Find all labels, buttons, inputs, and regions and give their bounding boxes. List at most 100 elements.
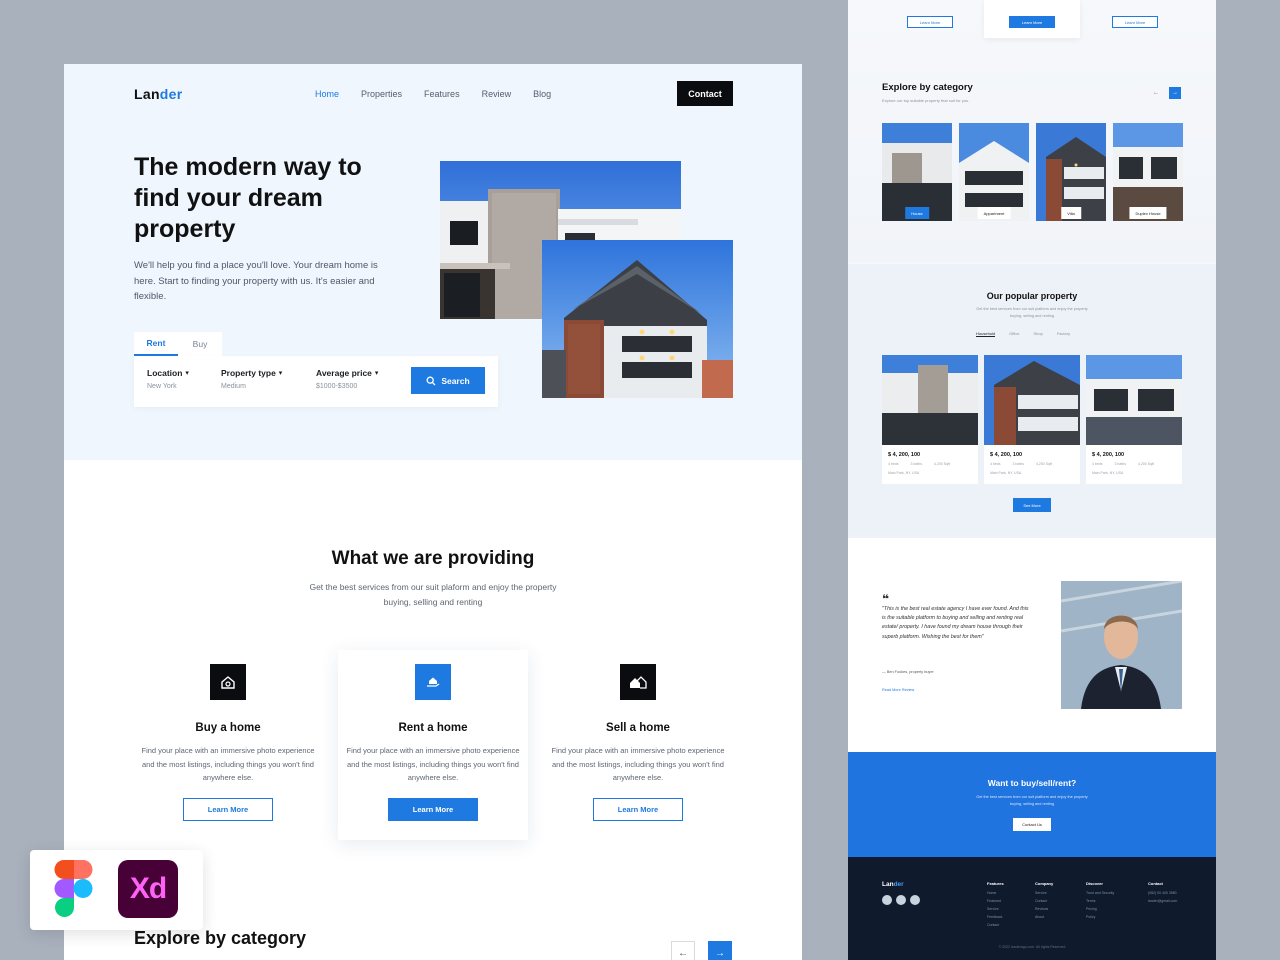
houses-icon (620, 664, 656, 700)
hero-section: Lander Home Properties Features Review B… (64, 64, 802, 460)
landing-page: Lander Home Properties Features Review B… (64, 64, 802, 960)
learn-more-button[interactable]: Learn More (388, 798, 478, 821)
footer-link[interactable]: Contact (1035, 899, 1053, 903)
property-type-value: Medium (221, 383, 246, 390)
category-house[interactable]: House (882, 123, 952, 221)
buy-home-card: Buy a home Find your place with an immer… (133, 650, 323, 840)
footer-link[interactable]: Featured (987, 899, 1004, 903)
category-label: Duplex House (1129, 207, 1167, 219)
tab-factory[interactable]: Factory (1057, 331, 1070, 337)
nav-blog[interactable]: Blog (533, 89, 551, 99)
card-description: Find your place with an immersive photo … (551, 746, 725, 782)
prev-arrow-icon[interactable]: ← (1150, 87, 1162, 99)
footer-link[interactable]: Terms (1086, 899, 1114, 903)
nav-home[interactable]: Home (315, 89, 339, 99)
read-more-review-link[interactable]: Read More Review (882, 688, 914, 692)
search-label: Search (441, 375, 470, 386)
hero-description: We'll help you find a place you'll love.… (134, 260, 378, 302)
property-price: $ 4, 200, 100 (1092, 452, 1125, 458)
nav-review[interactable]: Review (482, 89, 512, 99)
popular-tabs: Household Office Shop Factory (976, 331, 1070, 337)
review-section: ❝ "This is the best real estate agency I… (848, 538, 1216, 752)
card-description: Find your place with an immersive photo … (141, 746, 315, 782)
footer-link[interactable]: Pricing (1086, 907, 1114, 911)
footer-link[interactable]: Feedback (987, 915, 1004, 919)
learn-more-button[interactable]: Learn More (907, 16, 953, 28)
property-type-select[interactable]: Property type ▾ Medium (221, 368, 282, 390)
cta-title: Want to buy/sell/rent? (987, 778, 1077, 788)
learn-more-button[interactable]: Learn More (1009, 16, 1055, 28)
footer-phone[interactable]: (082) 00 400 3580 (1148, 891, 1177, 895)
category-apartment[interactable]: Appartment (959, 123, 1029, 221)
footer-link[interactable]: Reviews (1035, 907, 1053, 911)
social-links (882, 895, 920, 905)
reviewer-photo (1061, 581, 1182, 709)
footer-link[interactable]: About (1035, 915, 1053, 919)
average-price-select[interactable]: Average price ▾ $1000-$3500 (316, 368, 378, 390)
see-more-button[interactable]: See More (1013, 498, 1051, 512)
explore-title: Explore by category (134, 928, 307, 948)
prev-arrow-icon[interactable]: ← (671, 941, 695, 960)
search-tabs: Rent Buy (134, 332, 222, 356)
card-title: Rent a home (398, 722, 468, 734)
tab-household[interactable]: Household (976, 331, 996, 337)
chevron-down-icon: ▾ (374, 370, 379, 377)
property-image (882, 355, 978, 445)
tab-office[interactable]: Office (1009, 331, 1019, 337)
category-duplex[interactable]: Duplex House (1113, 123, 1183, 221)
popular-subtitle: Get the best services from our suit plat… (976, 307, 1088, 318)
location-value: New York (147, 383, 177, 390)
location-label: Location (147, 368, 183, 378)
tab-rent[interactable]: Rent (134, 332, 178, 356)
category-label: Appartment (977, 207, 1011, 219)
nav-properties[interactable]: Properties (361, 89, 402, 99)
footer-link[interactable]: Service (987, 907, 1004, 911)
footer-link[interactable]: Policy (1086, 915, 1114, 919)
footer-link[interactable]: Contact (987, 923, 1004, 927)
search-button[interactable]: Search (411, 367, 485, 394)
nav-features[interactable]: Features (424, 89, 460, 99)
app-badge: Xd (30, 850, 203, 930)
cta-subtitle: Get the best services from our suit plat… (976, 795, 1088, 806)
average-price-value: $1000-$3500 (316, 383, 358, 390)
footer-email[interactable]: lander@gmail.com (1148, 899, 1177, 903)
learn-more-button[interactable]: Learn More (1112, 16, 1158, 28)
contact-us-button[interactable]: Contact Us (1013, 818, 1051, 831)
facebook-icon[interactable] (882, 895, 892, 905)
review-text: "This is the best real estate agency I h… (882, 606, 1029, 640)
cta-section: Want to buy/sell/rent? Get the best serv… (848, 752, 1216, 857)
card-title: Buy a home (195, 722, 261, 734)
next-arrow-icon[interactable]: → (1169, 87, 1181, 99)
chevron-down-icon: ▾ (185, 370, 189, 377)
footer-link[interactable]: Service (1035, 891, 1053, 895)
logo[interactable]: Lander (134, 86, 182, 102)
property-meta: 4 beds 3 baths 4,200 Sqft (888, 462, 950, 466)
tab-buy[interactable]: Buy (178, 332, 222, 356)
learn-more-button[interactable]: Learn More (593, 798, 683, 821)
search-box: Location ▾ New York Property type ▾ Medium… (134, 356, 498, 407)
property-card[interactable]: $ 4, 200, 100 4 beds 3 baths 4,200 Sqft Ma… (882, 355, 978, 484)
popular-section: Our popular property Get the best servic… (848, 264, 1216, 538)
footer-logo[interactable]: Lander (882, 881, 904, 888)
tab-shop[interactable]: Shop (1034, 331, 1043, 337)
next-arrow-icon[interactable]: → (708, 941, 732, 960)
sell-home-card: Sell a home Find your place with an imme… (543, 650, 733, 840)
location-select[interactable]: Location ▾ New York (147, 368, 189, 390)
chevron-down-icon: ▾ (278, 370, 283, 377)
footer-link[interactable]: Trust and Security (1086, 891, 1114, 895)
property-card[interactable]: $ 4, 200, 100 4 beds 3 baths 4,200 Sqft Ma… (984, 355, 1080, 484)
property-card[interactable]: $ 4, 200, 100 4 beds 3 baths 4,200 Sqft Ma… (1086, 355, 1182, 484)
twitter-icon[interactable] (896, 895, 906, 905)
learn-more-button[interactable]: Learn More (183, 798, 273, 821)
footer-link[interactable]: Home (987, 891, 1004, 895)
providing-title: What we are providing (331, 548, 535, 569)
category-label: Villa (1061, 207, 1081, 219)
contact-button[interactable]: Contact (677, 81, 733, 106)
reviewer-name: — Ben Fookes, property buyer (882, 670, 934, 674)
card-title: Sell a home (606, 722, 670, 734)
footer-col-company: Company Service Contact Reviews About (1035, 881, 1054, 919)
category-villa[interactable]: Villa (1036, 123, 1106, 221)
average-price-label: Average price (316, 368, 372, 378)
explore-subtitle: Explore our top suitable property that s… (882, 98, 970, 103)
instagram-icon[interactable] (910, 895, 920, 905)
